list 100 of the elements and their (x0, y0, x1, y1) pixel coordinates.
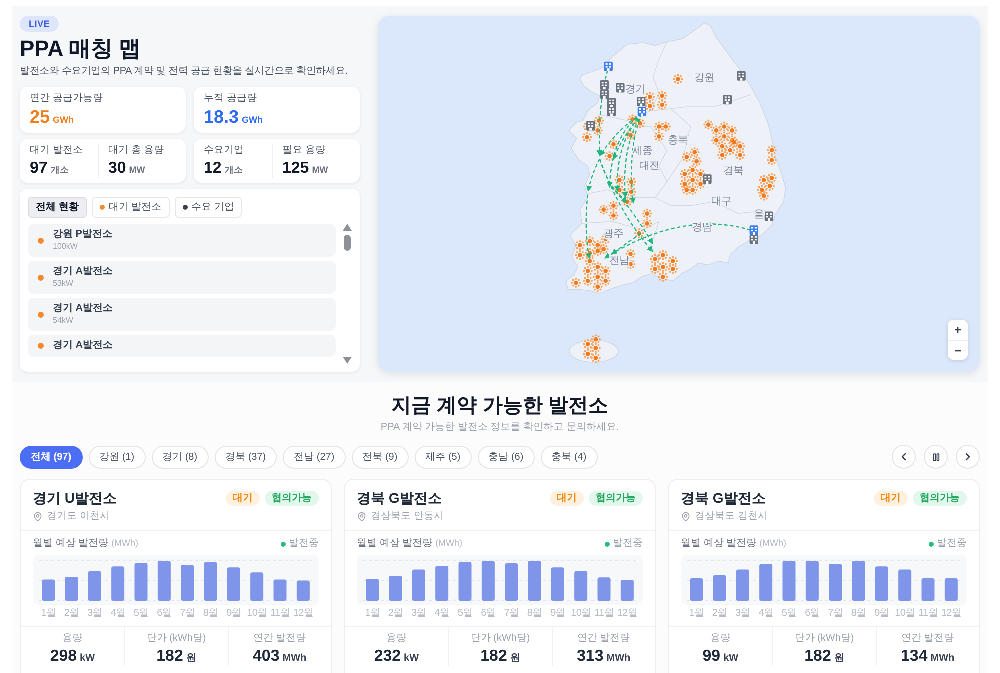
month-label: 3월 (86, 608, 104, 620)
region-filter-chip[interactable]: 충북 (4) (540, 446, 598, 468)
stat-value: 25 (30, 107, 50, 128)
metric-label: 연간 발전량 (901, 633, 954, 645)
unit-label: (MWh) (112, 538, 139, 548)
sun-marker-icon[interactable] (765, 181, 775, 192)
status-badge: 대기 (226, 490, 260, 506)
plant-name: 강원 P발전소 (53, 229, 112, 241)
filter-tab[interactable]: 수요 기업 (174, 197, 242, 218)
capacity-text: 53kW (53, 279, 74, 289)
filter-tab[interactable]: 전체 현황 (28, 197, 87, 218)
stat-label: 수요기업 (204, 144, 244, 157)
month-label: 4월 (110, 608, 126, 620)
next-button[interactable] (956, 445, 980, 469)
region-filter-chip[interactable]: 경기 (8) (152, 446, 209, 468)
status-dot-icon (281, 542, 286, 546)
unit-label: 개소 (50, 164, 69, 177)
filter-tab[interactable]: 대기 발전소 (92, 197, 170, 218)
previous-button[interactable] (892, 445, 916, 469)
metric-value: 134 (901, 647, 928, 666)
unit-label: kW (404, 653, 420, 664)
month-label: 6월 (156, 608, 173, 620)
sun-marker-icon[interactable] (583, 349, 593, 360)
chart-title: 월별 예상 발전량 (357, 538, 433, 550)
month-label: 5월 (780, 608, 798, 620)
region-filter-chip[interactable]: 전체 (97) (20, 446, 83, 468)
sun-marker-icon[interactable] (583, 276, 593, 286)
month-label: 2월 (63, 608, 80, 620)
month-label: 1월 (688, 608, 705, 620)
region-filter-chip[interactable]: 충남 (6) (478, 446, 535, 468)
plant-list-item[interactable]: 경기 A발전소 53kW (28, 261, 336, 294)
sun-marker-icon[interactable] (766, 146, 777, 156)
sun-marker-icon[interactable] (583, 266, 593, 276)
stat-value: 97 (30, 159, 48, 178)
scroll-down-icon[interactable] (342, 357, 352, 364)
sun-marker-icon[interactable] (575, 250, 586, 260)
sun-marker-icon[interactable] (590, 353, 601, 364)
region-filter-chip[interactable]: 전남 (27) (283, 446, 346, 468)
sun-marker-icon[interactable] (766, 173, 777, 184)
metric-value: 403 (253, 647, 280, 666)
stat-label: 대기 총 용량 (108, 144, 164, 157)
metric-value: 232 (374, 647, 402, 666)
sun-marker-icon[interactable] (759, 175, 770, 186)
month-label: 3월 (410, 608, 428, 620)
sun-marker-icon[interactable] (583, 339, 593, 350)
region-filter-chip[interactable]: 전북 (9) (352, 446, 409, 468)
sun-marker-icon[interactable] (592, 282, 603, 292)
status-badge: 대기 (874, 490, 908, 506)
sun-marker-icon[interactable] (759, 191, 770, 201)
sun-marker-icon[interactable] (592, 272, 603, 282)
month-label: 9월 (874, 608, 890, 620)
month-label: 1월 (364, 608, 381, 620)
region-filter-chip[interactable]: 강원 (1) (88, 446, 146, 468)
location-text: 경상북도 안동시 (371, 510, 444, 523)
sun-marker-icon[interactable] (658, 272, 668, 282)
sun-marker-icon[interactable] (590, 343, 601, 354)
plant-list-item[interactable]: 강원 P발전소 100kW (28, 224, 336, 257)
month-label: 10월 (246, 608, 268, 620)
sun-marker-icon[interactable] (766, 155, 777, 166)
zoom-button[interactable]: − (948, 340, 968, 360)
map-pin-icon (33, 512, 43, 522)
unit-label: MW (312, 165, 328, 175)
scrollbar-thumb[interactable] (344, 235, 350, 251)
month-label: 8월 (526, 608, 544, 620)
status-badge: 대기 (550, 490, 584, 506)
month-label: 12월 (616, 608, 638, 620)
sun-marker-icon[interactable] (600, 276, 611, 286)
region-filter-chip[interactable]: 제주 (5) (414, 446, 472, 468)
status-badge: 협의가능 (589, 490, 643, 506)
unit-label: MWh (282, 653, 307, 664)
sun-marker-icon[interactable] (590, 334, 601, 345)
status-dot-icon (38, 312, 44, 318)
stat-label: 연간 공급가능량 (30, 92, 103, 105)
status-dot-icon (929, 542, 934, 546)
sun-marker-icon[interactable] (658, 262, 668, 272)
plant-list-item[interactable]: 경기 A발전소 54kW (28, 298, 336, 331)
metric-value: 99 (702, 647, 721, 666)
metric-label: 단가 (kWh당) (146, 633, 206, 645)
building-icon[interactable] (604, 62, 613, 72)
plant-name: 경기 A발전소 (53, 266, 113, 278)
month-label: 9월 (550, 608, 566, 620)
plant-name: 경북 G발전소 (681, 489, 766, 507)
plant-list-item[interactable]: 경기 A발전소 (28, 335, 336, 357)
pause-button[interactable] (924, 445, 948, 469)
metric-value: 182 (156, 647, 184, 666)
map-pin-icon (357, 512, 367, 522)
sun-marker-icon[interactable] (600, 266, 611, 276)
sun-marker-icon[interactable] (571, 278, 582, 288)
region-filter-chip[interactable]: 경북 (37) (214, 446, 278, 468)
unit-label: GWh (53, 115, 74, 125)
stat-value: 18.3 (204, 107, 240, 128)
capacity-text: 100kW (53, 242, 79, 252)
unit-label: 원 (186, 652, 196, 665)
sun-marker-icon[interactable] (592, 262, 603, 272)
scroll-up-icon[interactable] (342, 224, 352, 231)
month-label: 2월 (387, 608, 404, 620)
sun-marker-icon[interactable] (575, 240, 586, 250)
sun-marker-icon[interactable] (650, 264, 660, 274)
zoom-button[interactable]: + (948, 320, 968, 340)
sun-marker-icon[interactable] (668, 264, 678, 274)
